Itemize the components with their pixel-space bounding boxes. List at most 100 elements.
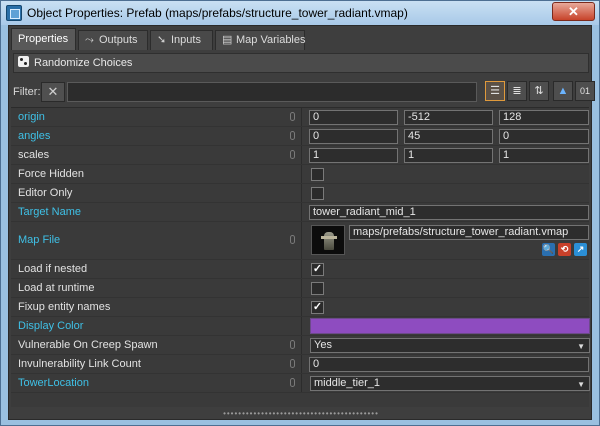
property-grid: origin 0 -512 128 angles 0 45 0 scales 1… xyxy=(11,107,590,407)
column-divider xyxy=(301,374,302,392)
sorted-view-button[interactable]: ≣ xyxy=(507,81,527,101)
filter-input[interactable] xyxy=(67,82,477,102)
chevron-down-icon: ▼ xyxy=(577,380,585,389)
column-divider xyxy=(301,336,302,354)
randomize-choices-button[interactable]: Randomize Choices xyxy=(13,53,589,73)
editor-only-checkbox[interactable] xyxy=(311,187,324,200)
force-hidden-checkbox[interactable] xyxy=(311,168,324,181)
angles-yaw-field[interactable]: 45 xyxy=(404,129,493,144)
load-if-nested-checkbox[interactable]: ✓ xyxy=(311,263,324,276)
tab-map-variables[interactable]: ▤ Map Variables xyxy=(215,30,306,50)
clear-filter-button[interactable]: ✕ xyxy=(41,82,65,102)
app-icon xyxy=(6,5,22,21)
map-file-field[interactable]: maps/prefabs/structure_tower_radiant.vma… xyxy=(349,225,589,240)
chevron-down-icon: ▼ xyxy=(577,342,585,351)
tab-properties[interactable]: Properties xyxy=(11,28,76,50)
vulnerable-on-creep-spawn-select[interactable]: Yes ▼ xyxy=(310,338,590,353)
inputs-icon: ➘ xyxy=(157,34,167,46)
column-divider xyxy=(301,127,302,145)
tower-location-value: middle_tier_1 xyxy=(314,377,381,389)
property-row-vulnerable-on-creep-spawn: Vulnerable On Creep Spawn Yes ▼ xyxy=(11,336,590,355)
link-icon[interactable] xyxy=(290,378,295,387)
property-label-editor-only: Editor Only xyxy=(18,187,73,199)
scales-y-field[interactable]: 1 xyxy=(404,148,493,163)
column-divider xyxy=(301,355,302,373)
property-label-display-color[interactable]: Display Color xyxy=(18,320,83,332)
link-icon[interactable] xyxy=(290,150,295,159)
property-row-scales: scales 1 1 1 xyxy=(11,146,589,165)
column-divider xyxy=(301,108,302,126)
binary-toggle-button[interactable]: 01 xyxy=(575,81,595,101)
tab-inputs[interactable]: ➘ Inputs xyxy=(150,30,213,50)
randomize-choices-label: Randomize Choices xyxy=(34,57,133,69)
resize-grip[interactable]: ••••••••••••••••••••••••••••••••••••••••… xyxy=(9,407,593,421)
property-row-target-name: Target Name tower_radiant_mid_1 xyxy=(11,203,589,222)
column-divider xyxy=(301,279,302,297)
link-icon[interactable] xyxy=(290,112,295,121)
reimport-icon[interactable]: ⟲ xyxy=(558,243,571,256)
map-thumbnail xyxy=(311,225,345,255)
origin-x-field[interactable]: 0 xyxy=(309,110,398,125)
angles-roll-field[interactable]: 0 xyxy=(499,129,589,144)
property-label-origin[interactable]: origin xyxy=(18,111,45,123)
browse-icon[interactable]: 🔍 xyxy=(542,243,555,256)
property-label-angles[interactable]: angles xyxy=(18,130,50,142)
angles-pitch-field[interactable]: 0 xyxy=(309,129,398,144)
property-row-origin: origin 0 -512 128 xyxy=(11,108,589,127)
property-row-load-if-nested: Load if nested ✓ xyxy=(11,260,589,279)
tab-map-variables-label: Map Variables xyxy=(236,34,306,46)
load-at-runtime-checkbox[interactable] xyxy=(311,282,324,295)
property-label-force-hidden: Force Hidden xyxy=(18,168,85,180)
origin-z-field[interactable]: 128 xyxy=(499,110,589,125)
property-row-invulnerability-link-count: Invulnerability Link Count 0 xyxy=(11,355,589,374)
property-row-map-file: Map File maps/prefabs/structure_tower_ra… xyxy=(11,222,589,260)
property-row-load-at-runtime: Load at runtime xyxy=(11,279,589,298)
column-divider xyxy=(301,146,302,164)
property-label-vulnerable-on-creep-spawn: Vulnerable On Creep Spawn xyxy=(18,339,158,351)
filter-bar: Filter: ✕ ☰ ≣ ⇅ ▲ 01 xyxy=(11,79,595,105)
invulnerability-link-count-field[interactable]: 0 xyxy=(309,357,589,372)
window-title: Object Properties: Prefab (maps/prefabs/… xyxy=(27,6,408,20)
link-icon[interactable] xyxy=(290,359,295,368)
link-icon[interactable] xyxy=(290,235,295,244)
properties-panel: Properties ⤳ Outputs ➘ Inputs ▤ Map Variabl… xyxy=(8,25,595,421)
vulnerable-on-creep-spawn-value: Yes xyxy=(314,339,332,351)
column-divider xyxy=(301,222,302,259)
column-divider xyxy=(301,203,302,221)
filter-label: Filter: xyxy=(13,86,41,98)
object-properties-window: Object Properties: Prefab (maps/prefabs/… xyxy=(0,0,600,426)
tower-preview xyxy=(321,232,337,250)
link-icon[interactable] xyxy=(290,131,295,140)
property-label-target-name[interactable]: Target Name xyxy=(18,206,81,218)
close-button[interactable]: ✕ xyxy=(552,2,595,21)
dice-icon xyxy=(18,56,29,67)
property-row-force-hidden: Force Hidden xyxy=(11,165,589,184)
tab-outputs[interactable]: ⤳ Outputs xyxy=(78,30,148,50)
column-divider xyxy=(301,298,302,316)
display-color-swatch[interactable] xyxy=(310,318,590,334)
scales-z-field[interactable]: 1 xyxy=(499,148,589,163)
open-map-icon[interactable]: ↗ xyxy=(574,243,587,256)
alphabetical-view-button[interactable]: ⇅ xyxy=(529,81,549,101)
link-icon[interactable] xyxy=(290,340,295,349)
title-bar[interactable]: Object Properties: Prefab (maps/prefabs/… xyxy=(1,1,599,25)
property-label-fixup-entity-names: Fixup entity names xyxy=(18,301,111,313)
property-row-editor-only: Editor Only xyxy=(11,184,589,203)
scales-x-field[interactable]: 1 xyxy=(309,148,398,163)
property-row-angles: angles 0 45 0 xyxy=(11,127,589,146)
property-label-scales: scales xyxy=(18,149,50,161)
list-view-button[interactable]: ☰ xyxy=(485,81,505,101)
property-label-load-at-runtime: Load at runtime xyxy=(18,282,95,294)
target-name-field[interactable]: tower_radiant_mid_1 xyxy=(309,205,589,220)
property-label-tower-location[interactable]: TowerLocation xyxy=(18,377,89,389)
entity-picker-button[interactable]: ▲ xyxy=(553,81,573,101)
property-label-invulnerability-link-count: Invulnerability Link Count xyxy=(18,358,141,370)
origin-y-field[interactable]: -512 xyxy=(404,110,493,125)
map-variables-icon: ▤ xyxy=(222,34,233,46)
property-row-display-color: Display Color xyxy=(11,317,590,336)
fixup-entity-names-checkbox[interactable]: ✓ xyxy=(311,301,324,314)
tower-location-select[interactable]: middle_tier_1 ▼ xyxy=(310,376,590,391)
property-label-map-file[interactable]: Map File xyxy=(18,234,60,246)
outputs-icon: ⤳ xyxy=(85,34,94,46)
property-row-tower-location: TowerLocation middle_tier_1 ▼ xyxy=(11,374,590,393)
